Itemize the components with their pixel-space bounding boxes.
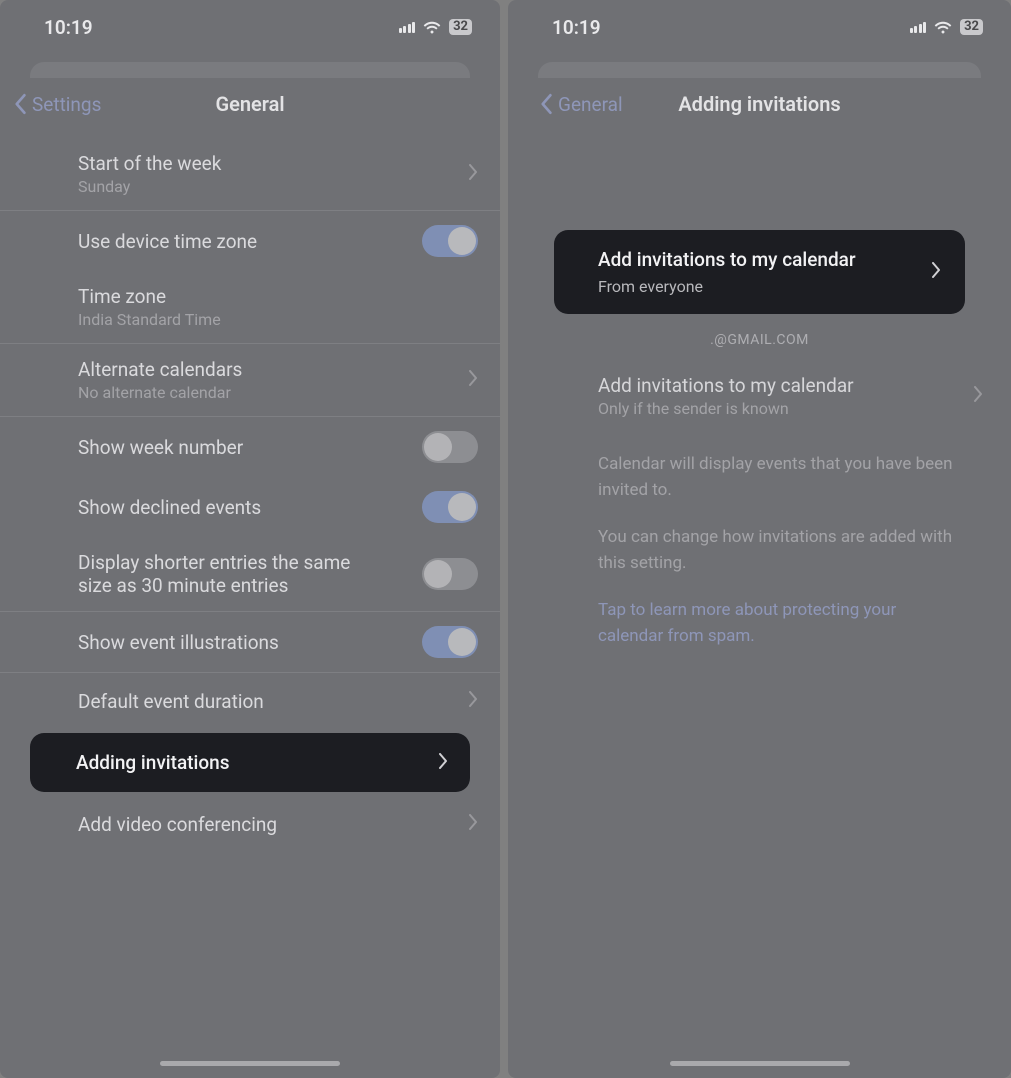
row-add-invitations-gmail[interactable]: Add invitations to my calendar Only if t… bbox=[508, 358, 1011, 434]
row-title: Show declined events bbox=[78, 496, 422, 519]
chevron-right-icon bbox=[468, 164, 478, 184]
back-button[interactable]: General bbox=[538, 93, 623, 116]
toggle-show-week-number[interactable] bbox=[422, 431, 478, 463]
row-show-week-number[interactable]: Show week number bbox=[0, 417, 500, 477]
row-title: Add video conferencing bbox=[78, 813, 468, 836]
row-alternate-calendars[interactable]: Alternate calendars No alternate calenda… bbox=[0, 344, 500, 416]
status-bar: 10:19 32 bbox=[0, 0, 500, 54]
phone-left: 10:19 32 Settings General Start of the w… bbox=[0, 0, 500, 1078]
description-block: Calendar will display events that you ha… bbox=[508, 434, 1011, 677]
chevron-right-icon bbox=[973, 386, 983, 406]
row-shorter-entries[interactable]: Display shorter entries the same size as… bbox=[0, 537, 500, 611]
status-right: 32 bbox=[399, 16, 472, 39]
row-title: Display shorter entries the same size as… bbox=[78, 551, 378, 597]
row-add-video-conferencing[interactable]: Add video conferencing bbox=[0, 796, 500, 852]
navbar: General Adding invitations bbox=[508, 78, 1011, 130]
back-label: Settings bbox=[32, 93, 101, 116]
battery-percent: 32 bbox=[453, 20, 468, 34]
back-label: General bbox=[558, 93, 623, 116]
phone-right: 10:19 32 General Adding invitations Add … bbox=[508, 0, 1011, 1078]
row-title: Adding invitations bbox=[76, 751, 438, 774]
battery-icon: 32 bbox=[449, 19, 472, 35]
status-right: 32 bbox=[910, 16, 983, 39]
home-indicator bbox=[670, 1061, 850, 1066]
row-add-invitations-primary[interactable]: Add invitations to my calendar From ever… bbox=[554, 230, 965, 314]
sheet-hint bbox=[30, 62, 470, 78]
cellular-icon bbox=[910, 21, 927, 33]
row-title: Show week number bbox=[78, 436, 422, 459]
row-title: Add invitations to my calendar bbox=[598, 374, 973, 397]
row-start-of-week[interactable]: Start of the week Sunday bbox=[0, 138, 500, 210]
row-title: Time zone bbox=[78, 285, 478, 308]
row-default-duration[interactable]: Default event duration bbox=[0, 673, 500, 729]
chevron-left-icon bbox=[538, 93, 554, 115]
status-time: 10:19 bbox=[552, 16, 601, 39]
toggle-show-illustrations[interactable] bbox=[422, 626, 478, 658]
row-sub: Only if the sender is known bbox=[598, 399, 973, 418]
row-sub: Sunday bbox=[78, 177, 468, 196]
row-title: Show event illustrations bbox=[78, 631, 422, 654]
battery-percent: 32 bbox=[964, 20, 979, 34]
wifi-icon bbox=[934, 16, 952, 39]
toggle-show-declined[interactable] bbox=[422, 491, 478, 523]
chevron-right-icon bbox=[438, 753, 448, 773]
row-show-declined[interactable]: Show declined events bbox=[0, 477, 500, 537]
sheet-hint bbox=[538, 62, 981, 78]
back-button[interactable]: Settings bbox=[12, 93, 101, 116]
home-indicator bbox=[160, 1061, 340, 1066]
row-adding-invitations[interactable]: Adding invitations bbox=[30, 733, 470, 792]
battery-icon: 32 bbox=[960, 19, 983, 35]
learn-more-link[interactable]: Tap to learn more about protecting your … bbox=[598, 598, 965, 649]
status-bar: 10:19 32 bbox=[508, 0, 1011, 54]
row-show-illustrations[interactable]: Show event illustrations bbox=[0, 612, 500, 672]
description-1: Calendar will display events that you ha… bbox=[598, 452, 965, 503]
chevron-right-icon bbox=[468, 370, 478, 390]
navbar: Settings General bbox=[0, 78, 500, 130]
toggle-use-device-timezone[interactable] bbox=[422, 225, 478, 257]
row-title: Start of the week bbox=[78, 152, 468, 175]
chevron-right-icon bbox=[931, 262, 941, 282]
row-title: Use device time zone bbox=[78, 230, 422, 253]
chevron-right-icon bbox=[468, 814, 478, 834]
description-2: You can change how invitations are added… bbox=[598, 525, 965, 576]
page-title: General bbox=[215, 92, 284, 116]
row-sub: From everyone bbox=[598, 277, 931, 296]
row-title: Add invitations to my calendar bbox=[598, 248, 931, 271]
row-sub: No alternate calendar bbox=[78, 383, 468, 402]
row-use-device-timezone[interactable]: Use device time zone bbox=[0, 211, 500, 271]
cellular-icon bbox=[399, 21, 416, 33]
wifi-icon bbox=[423, 16, 441, 39]
row-title: Default event duration bbox=[78, 690, 468, 713]
row-timezone[interactable]: Time zone India Standard Time bbox=[0, 271, 500, 343]
settings-list: Start of the week Sunday Use device time… bbox=[0, 138, 500, 852]
toggle-shorter-entries[interactable] bbox=[422, 558, 478, 590]
chevron-left-icon bbox=[12, 93, 28, 115]
row-sub: India Standard Time bbox=[78, 310, 478, 329]
chevron-right-icon bbox=[468, 691, 478, 711]
section-header-gmail: .@GMAIL.COM bbox=[508, 314, 1011, 358]
status-time: 10:19 bbox=[44, 16, 93, 39]
page-title: Adding invitations bbox=[678, 92, 840, 116]
row-title: Alternate calendars bbox=[78, 358, 468, 381]
